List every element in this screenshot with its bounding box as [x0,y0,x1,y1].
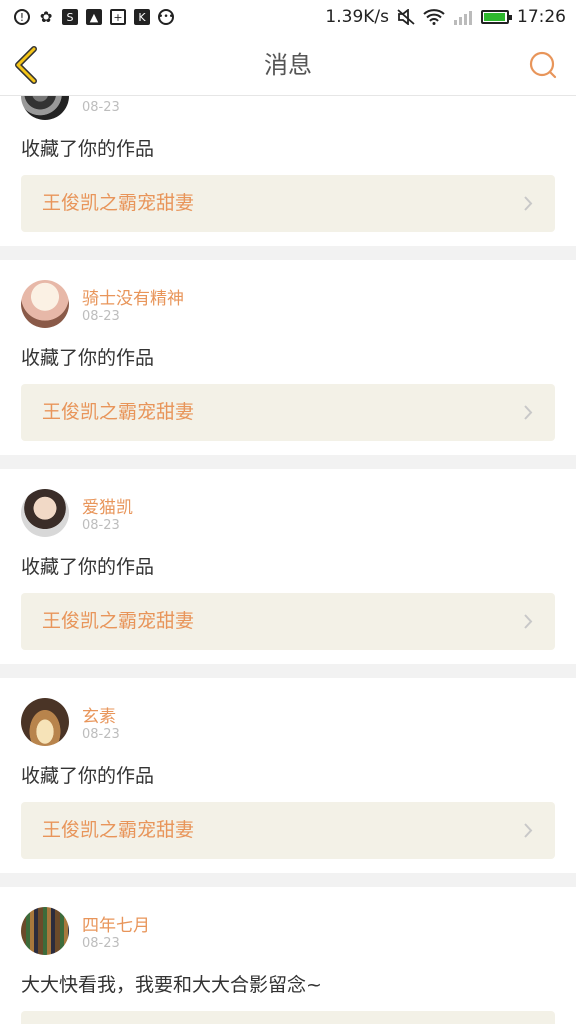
message-text: 收藏了你的作品 [21,556,155,578]
message-time: 08-23 [82,936,120,951]
status-bar: ! ✿ S ▲ + K ••• 1.39K/s 17:26 [0,0,576,34]
work-link[interactable]: 王俊凯之霸宠甜妻 [21,384,555,441]
alarm-icon: ! [14,9,30,25]
message-text: 收藏了你的作品 [21,138,155,160]
battery-level [484,13,505,21]
mute-icon [397,9,415,25]
user-name[interactable]: 四年七月 [82,911,150,936]
message-time: 08-23 [82,100,120,115]
nav-bar: 消息 [0,34,576,96]
message-text: 收藏了你的作品 [21,347,155,369]
message-text: 大大快看我，我要和大大合影留念~ [21,974,322,996]
message-time: 08-23 [82,518,120,533]
work-title: 王俊凯之霸宠甜妻 [42,192,195,214]
k-app-icon: K [134,9,150,25]
paw-icon: ✿ [38,8,54,26]
avatar[interactable] [21,907,69,955]
avatar[interactable] [21,280,69,328]
work-title: 王俊凯之霸宠甜妻 [42,610,195,632]
more-icon: ••• [158,9,174,25]
chevron-right-icon [524,196,533,211]
clock: 17:26 [517,7,566,27]
wifi-icon [423,9,445,25]
message-card: 骑士没有精神 08-23 收藏了你的作品 王俊凯之霸宠甜妻 [0,260,576,455]
user-name[interactable]: 玄素 [82,702,116,727]
work-link[interactable]: 王俊凯之霸宠甜妻 [21,593,555,650]
image-icon: ▲ [86,9,102,25]
message-time: 08-23 [82,309,120,324]
plus-app-icon: + [110,9,126,25]
work-link[interactable]: 王俊凯之霸宠甜妻 [21,175,555,232]
s-app-icon: S [62,9,78,25]
avatar[interactable] [21,489,69,537]
message-card: 四年七月 08-23 大大快看我，我要和大大合影留念~ [0,887,576,1024]
message-list[interactable]: 08-23 收藏了你的作品 王俊凯之霸宠甜妻 骑士没有精神 08-23 收藏了你… [0,96,576,1024]
user-name[interactable]: 爱猫凯 [82,493,133,518]
message-card: 玄素 08-23 收藏了你的作品 王俊凯之霸宠甜妻 [0,678,576,873]
work-link[interactable]: 王俊凯之霸宠甜妻 [21,802,555,859]
notification-icons: ! ✿ S ▲ + K ••• [14,8,174,26]
search-icon[interactable] [528,50,558,80]
message-card: 爱猫凯 08-23 收藏了你的作品 王俊凯之霸宠甜妻 [0,469,576,664]
message-text: 收藏了你的作品 [21,765,155,787]
signal-icon [454,11,472,25]
message-card: 08-23 收藏了你的作品 王俊凯之霸宠甜妻 [0,96,576,246]
user-name[interactable]: 骑士没有精神 [82,284,184,309]
work-title: 王俊凯之霸宠甜妻 [42,819,195,841]
chevron-right-icon [524,405,533,420]
avatar[interactable] [21,698,69,746]
chevron-right-icon [524,823,533,838]
message-time: 08-23 [82,727,120,742]
work-title: 王俊凯之霸宠甜妻 [42,401,195,423]
network-speed: 1.39K/s [325,7,389,27]
page-title: 消息 [264,51,312,79]
system-status: 1.39K/s 17:26 [325,7,566,27]
chevron-right-icon [524,614,533,629]
work-link[interactable] [21,1011,555,1024]
avatar[interactable] [21,96,69,120]
battery-icon [481,10,512,24]
